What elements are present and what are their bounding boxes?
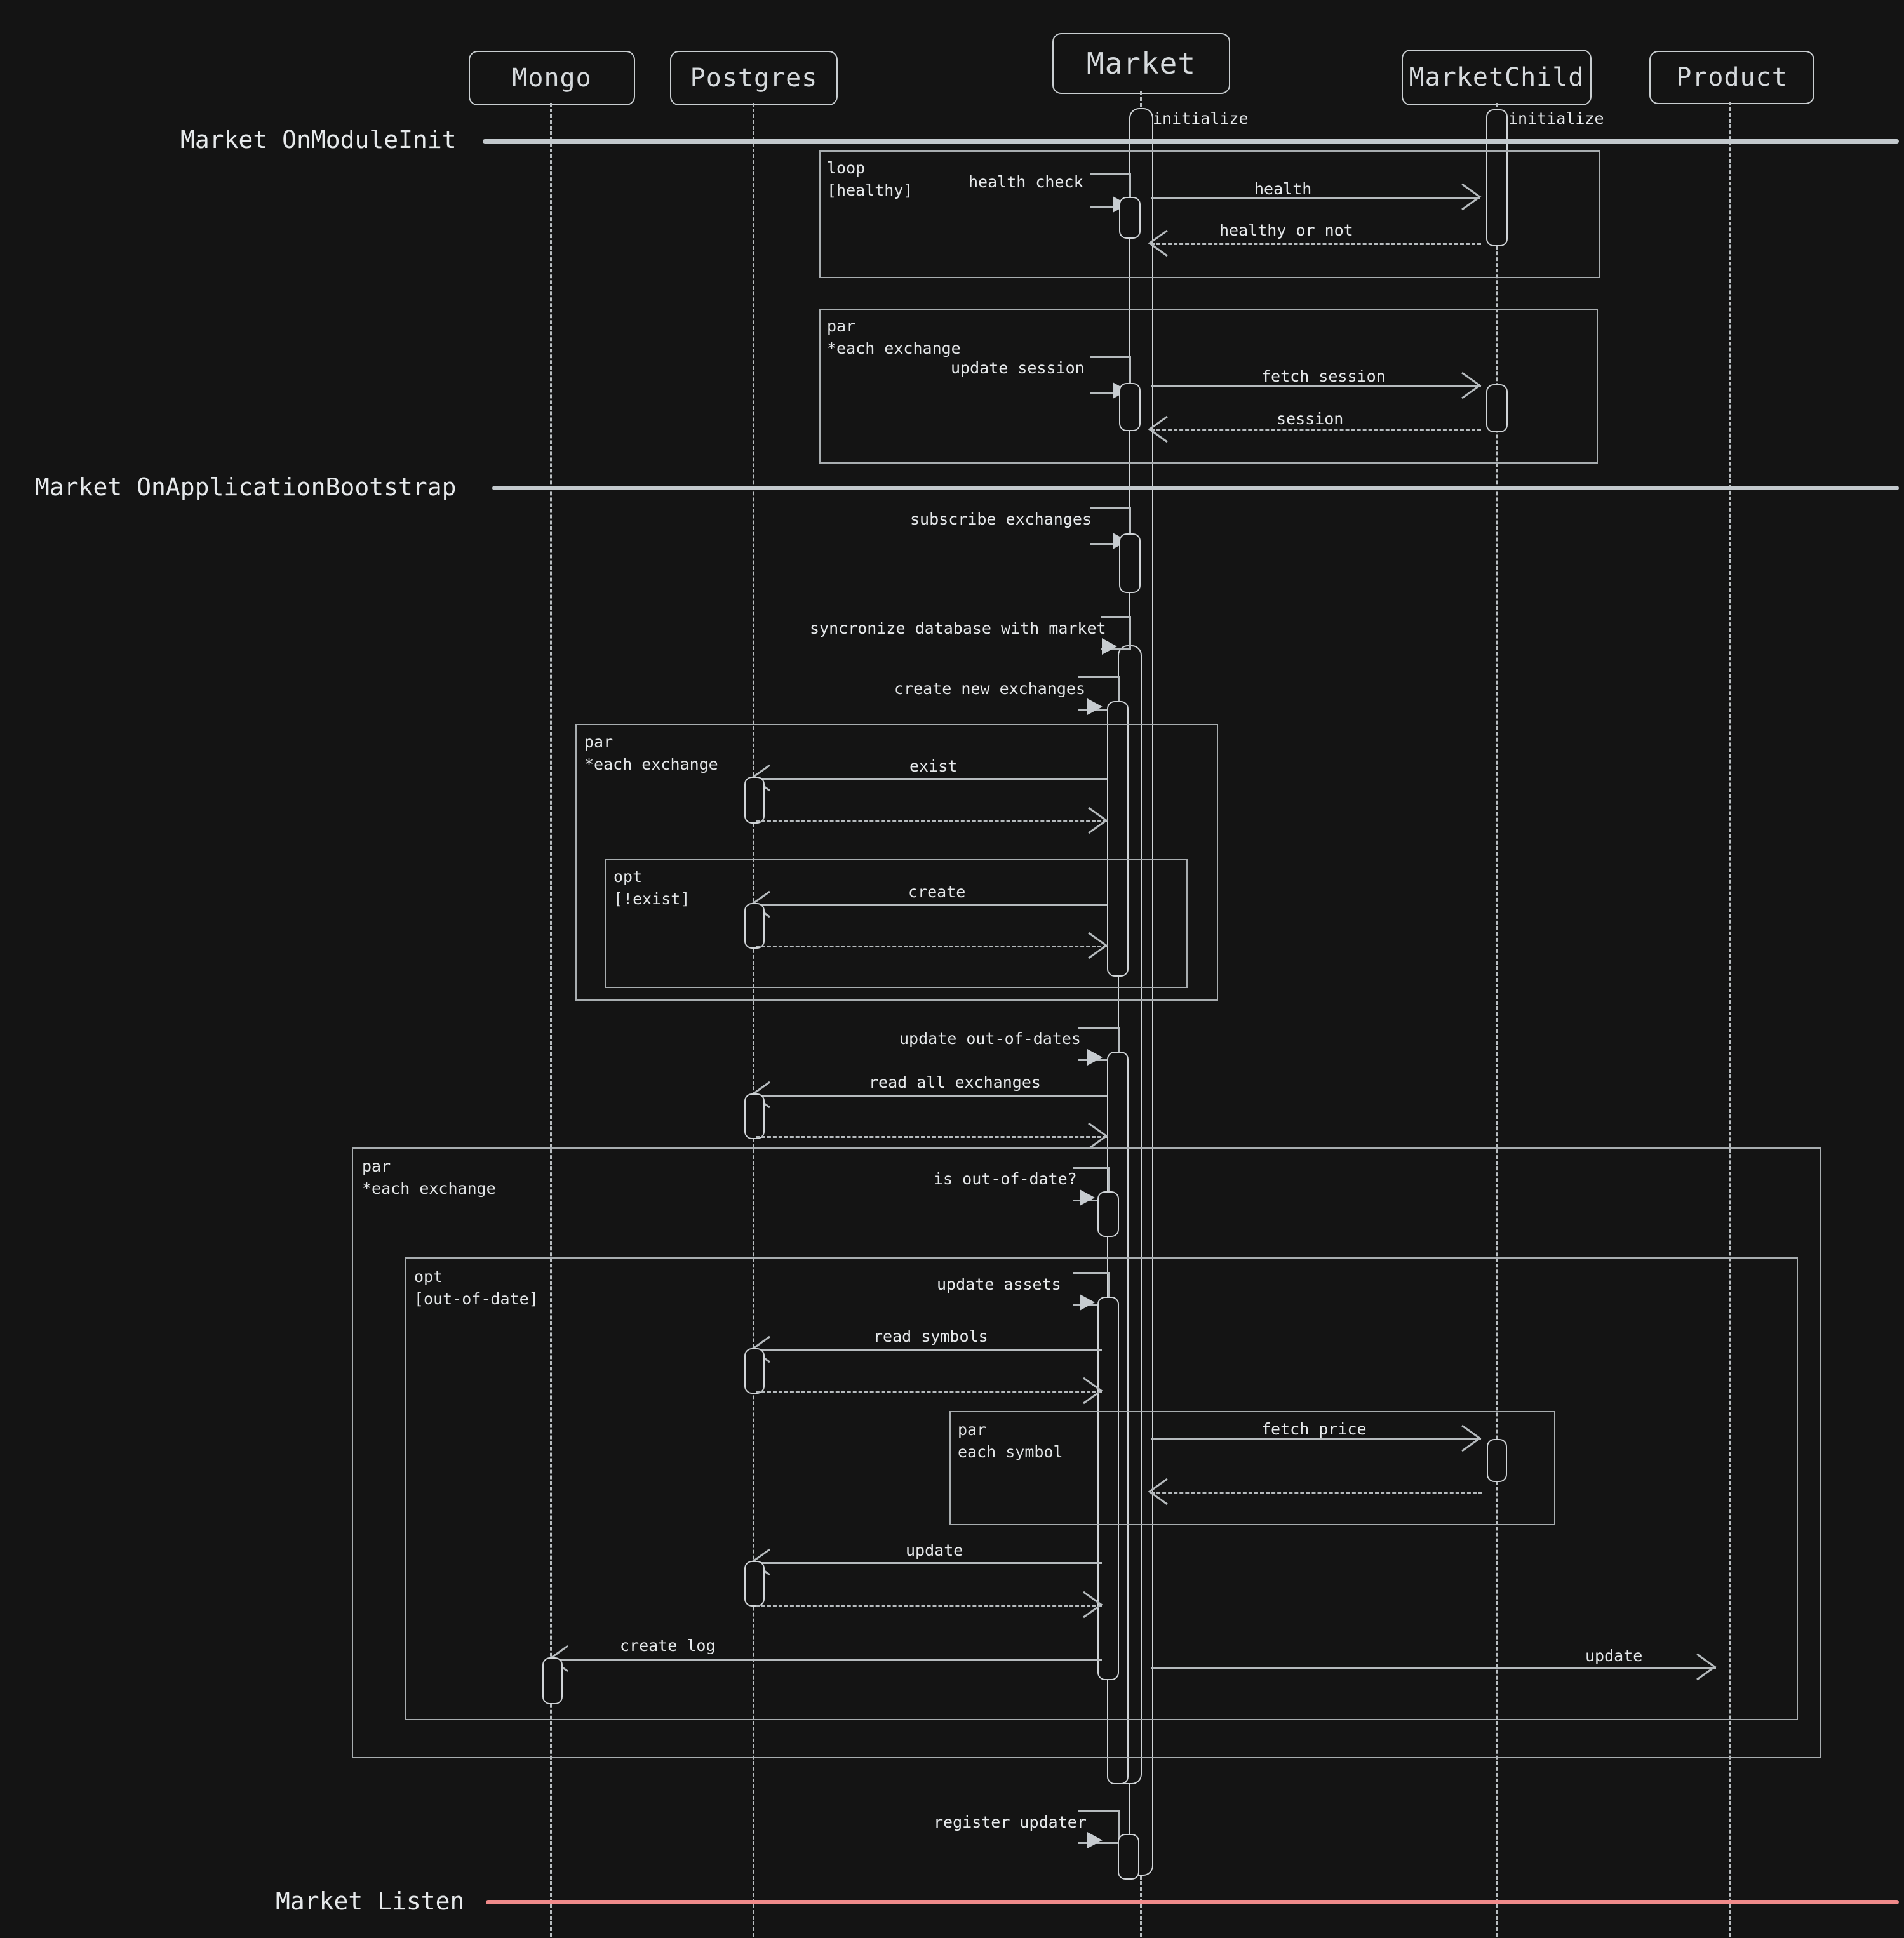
- arrowhead-create-return: [1088, 932, 1108, 959]
- msg-create-return: [756, 946, 1107, 947]
- msg-update-postgres-return: [756, 1605, 1102, 1607]
- msg-update-product: [1151, 1667, 1716, 1669]
- arrowhead-create-new-exchanges: [1087, 698, 1103, 715]
- arrowhead-session: [1148, 415, 1168, 443]
- activation-postgres-exist: [744, 777, 765, 824]
- label-update-assets: update assets: [937, 1275, 1061, 1293]
- activation-postgres-read-all-exchanges: [744, 1093, 765, 1139]
- msg-fetch-session: [1151, 385, 1481, 387]
- msg-fetch-price-return: [1151, 1492, 1482, 1494]
- participant-label-market: Market: [1086, 46, 1197, 81]
- msg-read-all-exchanges: [756, 1095, 1107, 1097]
- activation-postgres-read-symbols: [744, 1348, 765, 1394]
- activation-market-register-updater: [1118, 1834, 1139, 1880]
- activation-mongo-create-log: [542, 1657, 563, 1704]
- msg-fetch-price: [1151, 1438, 1481, 1440]
- msg-exist: [756, 778, 1107, 780]
- arrowhead-update-postgres-return: [1083, 1591, 1103, 1619]
- arrowhead-update-assets: [1080, 1294, 1095, 1311]
- activation-market-health-check: [1119, 197, 1141, 239]
- activation-market-subscribe: [1119, 533, 1141, 593]
- msg-read-symbols: [756, 1349, 1102, 1351]
- msg-session: [1151, 429, 1481, 431]
- note-market-initialize: initialize: [1153, 109, 1249, 128]
- fragment-loop-healthy: [819, 150, 1600, 278]
- msg-exist-return: [756, 820, 1107, 822]
- separator-line-onmoduleinit: [483, 139, 1899, 144]
- label-create: create: [908, 883, 966, 901]
- participant-box-mongo[interactable]: Mongo: [469, 51, 635, 105]
- arrowhead-health: [1461, 183, 1482, 211]
- label-read-all-exchanges: read all exchanges: [869, 1073, 1041, 1092]
- fragment-par-each-exchange-2-label: par *each exchange: [584, 733, 718, 773]
- separator-line-onapplicationbootstrap: [492, 486, 1899, 490]
- activation-postgres-update: [744, 1561, 765, 1607]
- msg-health: [1151, 197, 1480, 199]
- fragment-par-each-exchange-3-label: par *each exchange: [362, 1157, 496, 1198]
- fragment-loop-healthy-label: loop [healthy]: [827, 159, 913, 199]
- participant-label-postgres: Postgres: [690, 63, 818, 93]
- msg-healthy-or-not: [1151, 243, 1481, 245]
- activation-postgres-create: [744, 903, 765, 949]
- fragment-par-each-exchange-1-label: par *each exchange: [827, 317, 961, 358]
- label-create-log: create log: [620, 1636, 716, 1655]
- arrowhead-syncronize-database: [1102, 638, 1117, 655]
- separator-label-onapplicationbootstrap: Market OnApplicationBootstrap: [35, 473, 457, 501]
- arrowhead-is-out-of-date: [1080, 1189, 1095, 1206]
- arrowhead-healthy-or-not: [1148, 229, 1168, 257]
- arrowhead-update-product: [1696, 1653, 1717, 1681]
- participant-box-marketchild[interactable]: MarketChild: [1402, 50, 1592, 105]
- label-fetch-session: fetch session: [1261, 367, 1386, 385]
- participant-label-mongo: Mongo: [512, 63, 592, 93]
- fragment-opt-out-of-date-label: opt [out-of-date]: [414, 1267, 539, 1308]
- separator-label-onmoduleinit: Market OnModuleInit: [180, 126, 457, 154]
- separator-label-marketlisten: Market Listen: [276, 1887, 465, 1915]
- arrowhead-exist-return: [1088, 806, 1108, 834]
- msg-create: [756, 904, 1107, 906]
- msg-read-all-return: [756, 1136, 1107, 1138]
- msg-read-symbols-return: [756, 1391, 1102, 1393]
- label-exist: exist: [909, 757, 958, 775]
- msg-update-postgres: [756, 1562, 1102, 1564]
- label-register-updater: register updater: [934, 1813, 1087, 1831]
- label-update-postgres: update: [906, 1541, 963, 1560]
- fragment-opt-not-exist-label: opt [!exist]: [613, 867, 690, 908]
- fragment-opt-not-exist: [605, 859, 1188, 988]
- label-update-out-of-dates: update out-of-dates: [899, 1029, 1081, 1048]
- activation-market-update-session: [1119, 383, 1141, 431]
- participant-box-market[interactable]: Market: [1052, 33, 1230, 94]
- participant-label-marketchild: MarketChild: [1409, 63, 1585, 92]
- label-subscribe-exchanges: subscribe exchanges: [910, 510, 1092, 528]
- label-syncronize-database: syncronize database with market: [810, 619, 1106, 638]
- participant-box-postgres[interactable]: Postgres: [670, 51, 838, 105]
- activation-marketchild-fetch-session: [1486, 384, 1508, 432]
- label-is-out-of-date: is out-of-date?: [934, 1170, 1077, 1188]
- label-health: health: [1254, 180, 1312, 198]
- arrowhead-fetch-price-return: [1148, 1478, 1168, 1506]
- label-session: session: [1277, 410, 1344, 428]
- label-read-symbols: read symbols: [873, 1327, 988, 1346]
- arrowhead-fetch-price: [1461, 1424, 1482, 1452]
- label-create-new-exchanges: create new exchanges: [894, 679, 1086, 698]
- fragment-par-each-symbol-label: par each symbol: [958, 1420, 1063, 1461]
- label-update-session: update session: [951, 359, 1085, 377]
- label-fetch-price: fetch price: [1261, 1420, 1367, 1438]
- arrowhead-update-out-of-dates: [1087, 1049, 1103, 1066]
- participant-box-product[interactable]: Product: [1649, 51, 1814, 104]
- participant-label-product: Product: [1676, 63, 1788, 92]
- activation-market-is-out-of-date: [1097, 1191, 1119, 1237]
- sequence-diagram-canvas: Mongo Postgres Market MarketChild Produc…: [0, 0, 1904, 1938]
- msg-create-log: [554, 1659, 1102, 1661]
- label-health-check: health check: [969, 173, 1083, 191]
- activation-marketchild-fetch-price: [1487, 1439, 1507, 1482]
- label-healthy-or-not: healthy or not: [1219, 221, 1353, 239]
- arrowhead-register-updater: [1087, 1832, 1103, 1848]
- label-update-product: update: [1585, 1647, 1643, 1665]
- note-marketchild-initialize: initialize: [1508, 109, 1604, 128]
- separator-line-marketlisten: [486, 1900, 1899, 1904]
- arrowhead-read-symbols-return: [1083, 1377, 1103, 1405]
